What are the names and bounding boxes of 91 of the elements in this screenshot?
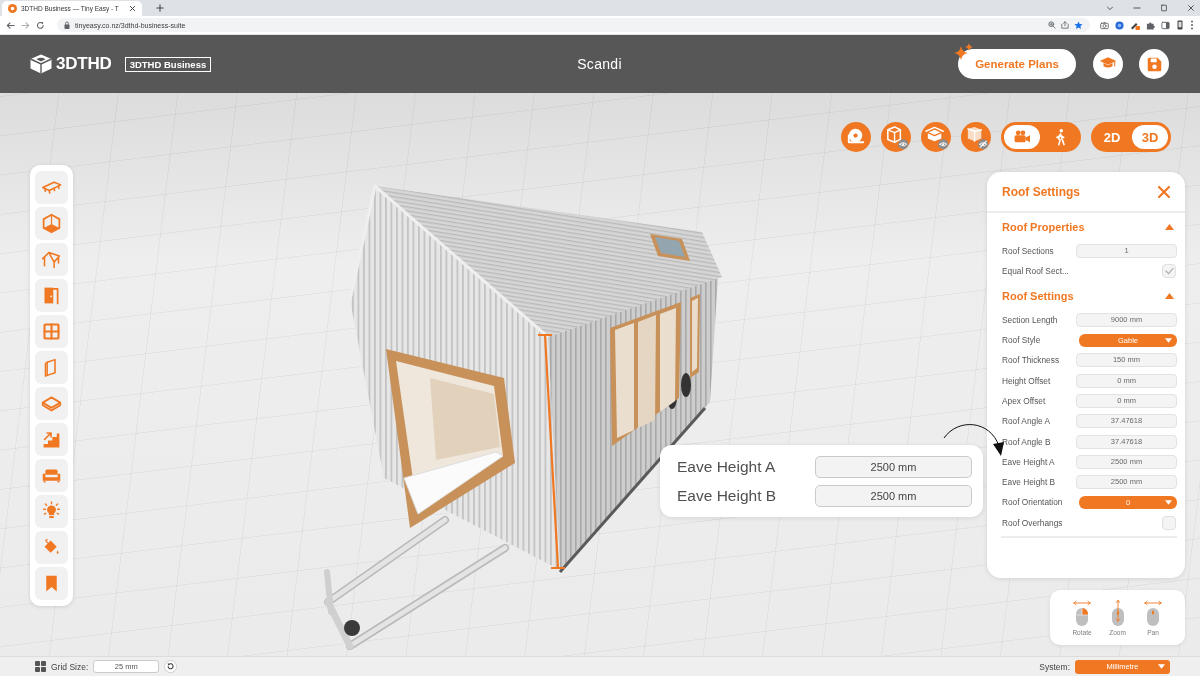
forward-arrow-icon[interactable]: [21, 20, 30, 30]
window-tool-button[interactable]: [35, 315, 68, 348]
favicon-icon: [8, 4, 17, 13]
floor-tool-button[interactable]: [35, 387, 68, 420]
roof-icon: [41, 249, 62, 270]
wall-panel-tool-button[interactable]: [35, 351, 68, 384]
chevron-down-icon[interactable]: [1106, 4, 1114, 12]
learn-button[interactable]: [1093, 49, 1123, 79]
caret-down-icon: [1158, 664, 1165, 669]
section-heading: Roof Properties: [1002, 221, 1085, 233]
checkbox[interactable]: [1162, 264, 1176, 279]
project-title: Scandi: [577, 56, 622, 72]
close-icon[interactable]: [1187, 4, 1195, 12]
phone-extension-icon[interactable]: [1176, 20, 1184, 30]
caret-down-icon: [1165, 499, 1172, 505]
field-label: Height Offset: [1001, 375, 1051, 386]
field-label: Roof Style: [1001, 335, 1041, 346]
field-label: Equal Roof Sect...: [1001, 266, 1069, 277]
orbit-camera-button[interactable]: [1004, 125, 1040, 149]
text-field[interactable]: 2500 mm: [815, 484, 972, 507]
grid-icon: [35, 661, 46, 672]
save-button[interactable]: [1139, 49, 1169, 79]
section-heading: Roof Settings: [1002, 289, 1074, 302]
caret-down-icon: [1165, 337, 1172, 343]
zoom-icon[interactable]: [1048, 21, 1056, 29]
ring-extension-icon[interactable]: [1115, 20, 1124, 30]
checkmark-icon: [1164, 267, 1174, 276]
save-icon: [1146, 56, 1162, 72]
close-button[interactable]: [1158, 185, 1170, 198]
paint-tool-button[interactable]: [35, 531, 68, 564]
field-label: System:: [1039, 661, 1070, 672]
field-label: Roof Angle A: [1001, 416, 1050, 427]
window-icon: [41, 321, 62, 342]
camera-icon[interactable]: [1100, 20, 1109, 30]
mouse-pan-icon: [1142, 599, 1164, 626]
panel-title: Roof Settings: [1002, 184, 1080, 199]
field-label: Grid Size:: [51, 661, 89, 672]
interior-visibility-button[interactable]: [921, 122, 951, 152]
collapse-triangle-icon[interactable]: [1165, 292, 1174, 299]
field-label: Roof Thickness: [1001, 355, 1060, 366]
field-label: Roof Orientation: [1001, 497, 1063, 508]
logo-text: 3DTHD: [56, 54, 112, 74]
lock-icon: [64, 21, 70, 29]
measure-tool-button[interactable]: [841, 122, 871, 152]
field-label: Section Length: [1001, 314, 1058, 325]
maximize-icon[interactable]: [1160, 4, 1168, 12]
minimize-icon[interactable]: [1133, 4, 1141, 12]
furniture-tool-button[interactable]: [35, 459, 68, 492]
wall-visibility-button[interactable]: [961, 122, 991, 152]
generate-plans-button[interactable]: Generate Plans: [958, 49, 1076, 79]
cube-tool-button[interactable]: [35, 207, 68, 240]
close-icon[interactable]: [129, 5, 136, 12]
stairs-icon: [41, 429, 62, 450]
close-icon: [1158, 185, 1170, 198]
pen-extension-icon[interactable]: [1130, 20, 1140, 30]
plus-icon[interactable]: [156, 4, 164, 12]
sparkle-icon: [954, 43, 974, 61]
collapse-triangle-icon[interactable]: [1165, 224, 1174, 230]
floor-platform-tool-button[interactable]: [35, 171, 68, 204]
lighting-tool-button[interactable]: [35, 495, 68, 528]
star-icon[interactable]: [1074, 20, 1083, 30]
text-field[interactable]: 2500 mm: [815, 455, 972, 478]
field-label: Roof Sections: [1001, 246, 1054, 257]
door-tool-button[interactable]: [35, 279, 68, 312]
view-mode-tab[interactable]: 2D: [1094, 125, 1130, 149]
open-box-eye-icon: [923, 124, 949, 150]
cube-logo-icon: [30, 54, 52, 74]
bookmark-tool-button[interactable]: [35, 567, 68, 600]
mouse-rotate-icon: [1071, 599, 1093, 626]
edition-badge: 3DTHD Business: [124, 56, 212, 72]
kebab-menu-icon[interactable]: [1190, 20, 1194, 30]
field-label: Apex Offset: [1001, 395, 1046, 406]
field-label: Eave Height A: [677, 457, 776, 476]
checkbox[interactable]: [1162, 515, 1176, 530]
sidebar-icon[interactable]: [1161, 20, 1170, 30]
stairs-tool-button[interactable]: [35, 423, 68, 456]
back-arrow-icon[interactable]: [6, 20, 15, 30]
reset-icon[interactable]: [164, 660, 178, 673]
share-icon[interactable]: [1061, 21, 1069, 29]
puzzle-icon[interactable]: [1146, 20, 1155, 30]
field-label: Eave Height B: [677, 486, 777, 505]
roof-tool-button[interactable]: [35, 243, 68, 276]
floor-slab-icon: [41, 393, 62, 414]
field-label: Eave Height A: [1001, 456, 1055, 467]
field-label: Roof Angle B: [1001, 436, 1051, 447]
view-mode-tab[interactable]: 3D: [1132, 125, 1168, 149]
field-label: Eave Height B: [1001, 477, 1056, 488]
exterior-visibility-button[interactable]: [881, 122, 911, 152]
cube-icon: [41, 213, 62, 234]
reload-icon[interactable]: [36, 20, 45, 30]
field-label: Roof Overhangs: [1001, 517, 1063, 528]
